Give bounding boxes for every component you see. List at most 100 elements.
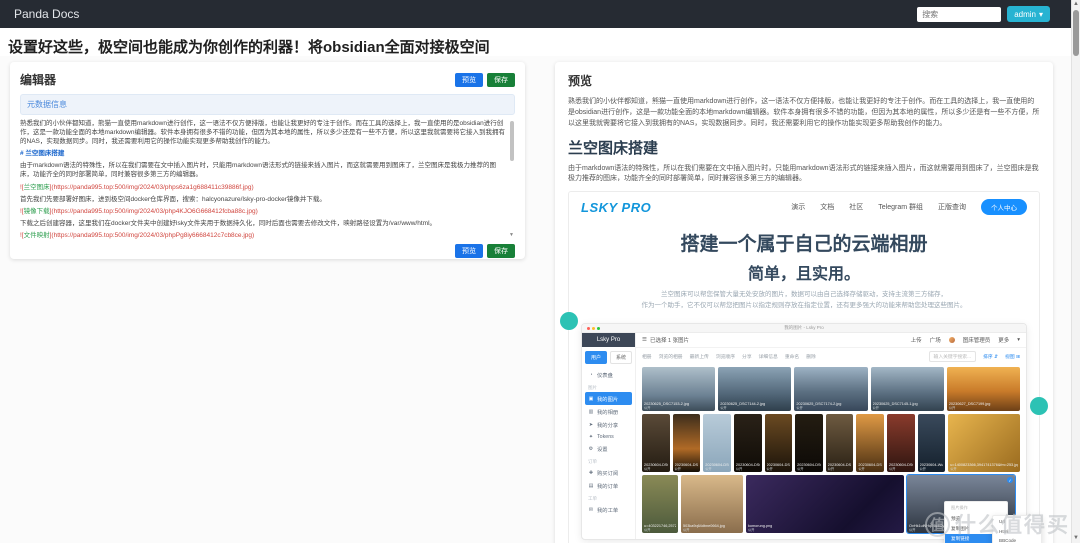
photo-thumbnail[interactable]: 503ka9q64dbne0664.jpg 公开 ✓ xyxy=(681,475,743,533)
more-button[interactable]: 更多 xyxy=(998,336,1009,344)
toolbar-action[interactable]: 重命名 xyxy=(785,353,799,360)
preview-button-bottom[interactable]: 预览 xyxy=(455,244,483,258)
toolbar-action[interactable]: 相册 xyxy=(642,353,652,360)
photo-thumbnail[interactable]: komorung.png 公开 ✓ xyxy=(746,475,904,533)
photo-row-2: 20230604-DSC.jpg 公开 ✓ 20230604-DSC.jpg 公… xyxy=(642,414,1020,472)
teal-decoration-left xyxy=(560,312,578,330)
save-button-bottom[interactable]: 保存 xyxy=(487,244,515,258)
sidebar-menu-item[interactable]: ✉我的工单 xyxy=(582,503,635,516)
lsky-hero: 搭建一个属于自己的云端相册 简单，且实用。 兰空图床可以帮您保管大量无处安放的图… xyxy=(569,220,1039,315)
photo-badge: 公开 xyxy=(705,466,711,471)
sidebar-tab[interactable]: 系统 xyxy=(610,351,632,364)
view-control[interactable]: 视图 ⊞ xyxy=(1005,353,1020,360)
photo-thumbnail[interactable]: 20230625_DSC7174-2.jpg 公开 ✓ xyxy=(794,367,867,411)
photo-thumbnail[interactable]: 20230604-Wu.jpg 公开 ✓ xyxy=(918,414,946,472)
photo-thumbnail[interactable]: 20230625_DSC7153-2.jpg 公开 ✓ xyxy=(642,367,715,411)
editor-bottom-buttons: 预览 保存 xyxy=(455,244,515,258)
avatar[interactable] xyxy=(949,337,955,343)
chevron-down-icon: ▾ xyxy=(1039,10,1043,19)
photo-thumbnail[interactable]: 20230604-DSC.jpg 公开 ✓ xyxy=(856,414,884,472)
photo-filename: komorung.png xyxy=(748,524,902,528)
sidebar-tab[interactable]: 用户 xyxy=(585,351,607,364)
scroll-down-icon[interactable]: ▼ xyxy=(1072,534,1080,543)
photo-badge: 公开 xyxy=(736,466,742,471)
sidebar-menu-item[interactable]: ▣我的图片 xyxy=(585,392,632,405)
sort-control[interactable]: 排序 ⇵ xyxy=(983,353,998,360)
sidebar-menu-item[interactable]: 工单 xyxy=(582,492,635,503)
photo-thumbnail[interactable]: 20230627_DSC7199.jpg 公开 ✓ xyxy=(947,367,1020,411)
editor-scrollbar-thumb[interactable] xyxy=(510,121,514,161)
copy-format-option[interactable]: BBCode xyxy=(993,536,1041,543)
toolbar-action[interactable]: 删除 xyxy=(806,353,816,360)
sidebar-menu-item[interactable]: ◔仪表盘 xyxy=(582,368,635,381)
photo-badge: 公开 xyxy=(683,527,689,532)
context-submenu: UrlHtmlBBCodeMarkdown xyxy=(992,515,1042,543)
preview-panel: 预览 熟悉我们的小伙伴都知道，熊猫一直使用markdown进行创作，这一语法不仅… xyxy=(555,62,1053,543)
toolbar-action[interactable]: 浏览顺序 xyxy=(716,353,735,360)
editor-line: 熟悉我们的小伙伴都知道，熊猫一直使用markdown进行创作，这一语法不仅方便排… xyxy=(20,119,507,146)
photo-badge: 公开 xyxy=(920,466,926,471)
photo-thumbnail[interactable]: 20230604-DSC.jpg 公开 ✓ xyxy=(703,414,731,472)
sidebar-menu-item[interactable]: 订单 xyxy=(582,455,635,466)
markdown-editor-area[interactable]: 熟悉我们的小伙伴都知道，熊猫一直使用markdown进行创作，这一语法不仅方便排… xyxy=(20,119,515,239)
preview-paragraph: 熟悉我们的小伙伴都知道，熊猫一直使用markdown进行创作，这一语法不仅方便排… xyxy=(568,97,1040,130)
preview-paragraph: 由于markdown语法的特殊性，所以在我们需要在文中插入图片时，只能用mark… xyxy=(568,164,1040,186)
scroll-up-icon[interactable]: ▲ xyxy=(1072,0,1080,9)
lsky-nav-item[interactable]: Telegram 群组 xyxy=(878,202,923,212)
sidebar-menu-item[interactable]: ➤我的分享 xyxy=(582,418,635,431)
user-menu-button[interactable]: admin▾ xyxy=(1007,6,1050,22)
sidebar-menu-item[interactable]: ▥我的相册 xyxy=(582,405,635,418)
photo-thumbnail[interactable]: 20230604-DSC.jpg 公开 ✓ xyxy=(795,414,823,472)
sidebar-menu-item[interactable]: ⚙设置 xyxy=(582,442,635,455)
photo-filename: 20230627_DSC7199.jpg xyxy=(949,402,1018,406)
photo-thumbnail[interactable]: 20230625_DSC7145-1.jpg 公开 ✓ xyxy=(871,367,944,411)
photo-thumbnail[interactable]: 20230604-DSC.jpg 公开 ✓ xyxy=(765,414,793,472)
selected-check-icon: ✓ xyxy=(1007,477,1013,483)
search-input[interactable] xyxy=(917,7,1001,22)
page-scrollbar[interactable]: ▲ ▼ xyxy=(1071,0,1080,543)
sidebar-menu-item[interactable]: ▤我的订单 xyxy=(582,479,635,492)
sidebar-menu-item[interactable]: ✚购买订阅 xyxy=(582,466,635,479)
lsky-nav-item[interactable]: 文档 xyxy=(820,202,834,212)
editor-scrollbar[interactable]: ▼ xyxy=(510,119,515,239)
gallery-search-input[interactable]: 输入关键字搜索... xyxy=(929,351,977,362)
hero-title-line1: 搭建一个属于自己的云端相册 xyxy=(569,229,1039,256)
hero-title-line2: 简单，且实用。 xyxy=(569,260,1039,284)
sidebar-menu-item[interactable]: ✦Tokens xyxy=(582,431,635,442)
photo-thumbnail[interactable]: u=1400823366,3941741376&fm=253.jpg 公开 ✓ xyxy=(948,414,1020,472)
photo-thumbnail[interactable]: 20230604-DSC.jpg 公开 ✓ xyxy=(887,414,915,472)
hero-subtitle: 兰空图床可以帮您保管大量无处安放的图片，数据可以由自己选择存储驱动，支持主流第三… xyxy=(569,290,1039,311)
sidebar-menu-item[interactable]: 图片 xyxy=(582,381,635,392)
photo-thumbnail[interactable]: 20230604-DSC.jpg 公开 ✓ xyxy=(673,414,701,472)
context-menu-item[interactable]: 图片操作› xyxy=(945,503,1007,513)
lsky-nav-item[interactable]: 社区 xyxy=(849,202,863,212)
copy-format-option[interactable]: Html xyxy=(993,526,1041,535)
copy-format-option[interactable]: Url xyxy=(993,517,1041,526)
menu-item-icon: ✉ xyxy=(588,507,594,513)
scroll-down-icon[interactable]: ▼ xyxy=(509,232,514,239)
save-button[interactable]: 保存 xyxy=(487,73,515,87)
toolbar-action[interactable]: 最新上传 xyxy=(690,353,709,360)
lsky-site-screenshot: LSKY PRO 演示文档社区Telegram 群组正版查询 个人中心 搭建一个… xyxy=(568,191,1040,543)
photo-thumbnail[interactable]: 20230625_DSC7144-2.jpg 公开 ✓ xyxy=(718,367,791,411)
photo-badge: 公开 xyxy=(797,466,803,471)
toolbar-action[interactable]: 详细信息 xyxy=(759,353,778,360)
lsky-nav-item[interactable]: 正版查询 xyxy=(938,202,966,212)
personal-center-button[interactable]: 个人中心 xyxy=(981,199,1027,215)
photo-thumbnail[interactable]: 20230604-DSC.jpg 公开 ✓ xyxy=(826,414,854,472)
plaza-button[interactable]: 广场 xyxy=(930,336,941,344)
page-scrollbar-thumb[interactable] xyxy=(1073,10,1079,56)
navbar-right: admin▾ xyxy=(917,6,1050,22)
photo-thumbnail[interactable]: u=403221746,25722.jpg 公开 ✓ xyxy=(642,475,678,533)
gallery-toolbar: 相册浏览的相册最新上传浏览顺序分享详细信息重命名删除 输入关键字搜索... 排序… xyxy=(636,348,1026,364)
metadata-info-link[interactable]: 元数据信息 xyxy=(20,94,515,115)
toolbar-action[interactable]: 浏览的相册 xyxy=(659,353,683,360)
photo-thumbnail[interactable]: 20230604-DSC.jpg 公开 ✓ xyxy=(734,414,762,472)
upload-button[interactable]: 上传 xyxy=(911,336,922,344)
hamburger-icon[interactable]: ☰ xyxy=(642,337,647,343)
lsky-nav-item[interactable]: 演示 xyxy=(791,202,805,212)
toolbar-action[interactable]: 分享 xyxy=(742,353,752,360)
photo-filename: 20230625_DSC7153-2.jpg xyxy=(644,402,713,406)
preview-button[interactable]: 预览 xyxy=(455,73,483,87)
photo-thumbnail[interactable]: 20230604-DSC.jpg 公开 ✓ xyxy=(642,414,670,472)
